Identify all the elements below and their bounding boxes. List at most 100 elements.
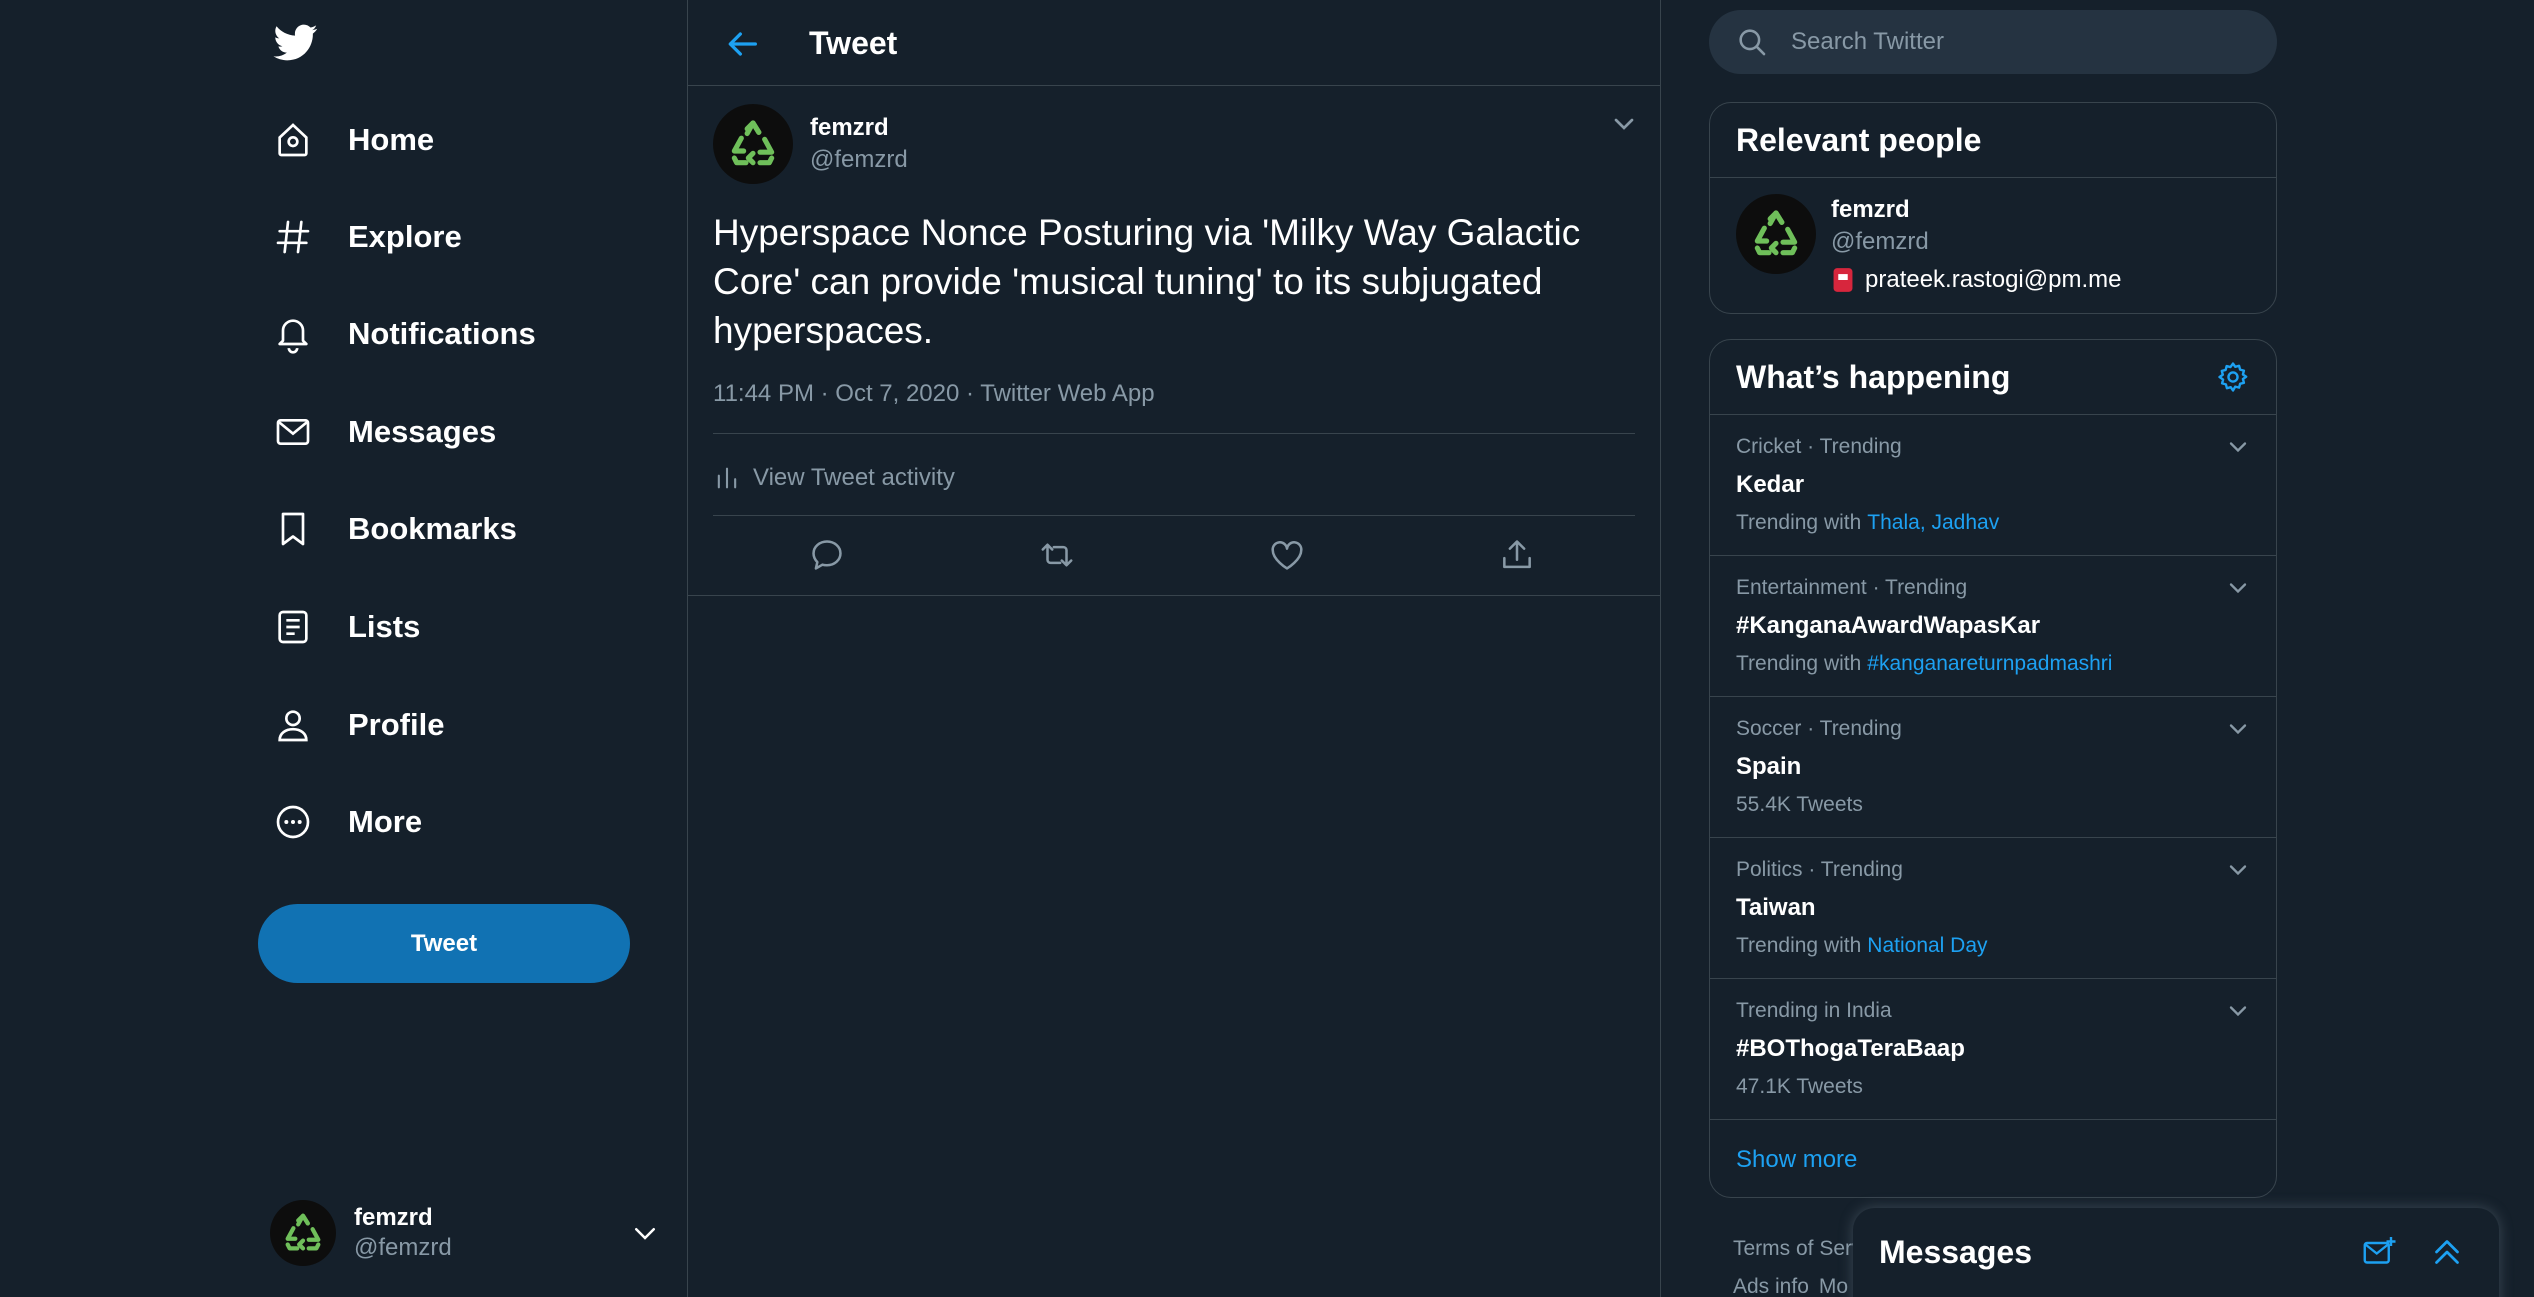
account-name: femzrd: [354, 1204, 433, 1231]
person-name[interactable]: femzrd: [1831, 196, 1910, 224]
tweet-author[interactable]: femzrd @femzrd: [713, 104, 908, 184]
share-button[interactable]: [1498, 536, 1538, 576]
nav-lists[interactable]: Lists: [272, 597, 420, 657]
relevant-people-card: Relevant people femzrd @femzrd prateek.r…: [1709, 102, 2277, 314]
trend-subtext: Trending with National Day: [1736, 934, 1988, 958]
view-tweet-activity[interactable]: View Tweet activity: [713, 462, 955, 494]
avatar: [270, 1200, 336, 1266]
list-icon: [272, 606, 314, 648]
trend-link[interactable]: Thala, Jadhav: [1867, 511, 1999, 534]
chevron-down-icon[interactable]: [1608, 108, 1640, 140]
chevron-down-icon[interactable]: [2224, 715, 2252, 743]
trend-item[interactable]: Entertainment · Trending #KanganaAwardWa…: [1710, 556, 2276, 697]
trend-context: Trending in India: [1736, 999, 1892, 1022]
nav-label: Messages: [348, 414, 497, 449]
gear-icon[interactable]: [2216, 360, 2250, 394]
tweet-timestamp[interactable]: 11:44 PM · Oct 7, 2020 · Twitter Web App: [713, 380, 1155, 408]
trend-topic: Spain: [1736, 753, 1802, 780]
divider: [713, 433, 1635, 434]
bell-icon: [272, 313, 314, 355]
trend-item[interactable]: Trending in India #BOThogaTeraBaap 47.1K…: [1710, 979, 2276, 1120]
home-icon: [272, 119, 314, 161]
postbox-icon: [1833, 268, 1853, 292]
recycle-icon: [731, 120, 775, 166]
footer-link[interactable]: Mo: [1819, 1275, 1848, 1297]
nav-bookmarks[interactable]: Bookmarks: [272, 499, 517, 559]
trend-item[interactable]: Soccer · Trending Spain 55.4K Tweets: [1710, 697, 2276, 838]
author-handle[interactable]: @femzrd: [810, 144, 908, 176]
twitter-logo-icon[interactable]: [272, 20, 322, 64]
avatar[interactable]: [1736, 194, 1816, 274]
trend-tweet-count: 55.4K Tweets: [1736, 793, 1863, 816]
reply-icon: [812, 540, 842, 570]
page-title: Tweet: [809, 25, 898, 61]
trend-topic: #BOThogaTeraBaap: [1736, 1035, 1965, 1062]
footer-link[interactable]: Ads info: [1733, 1275, 1809, 1297]
divider: [713, 515, 1635, 516]
trend-item[interactable]: Cricket · Trending Kedar Trending with Th…: [1710, 415, 2276, 556]
trend-item[interactable]: Politics · Trending Taiwan Trending with…: [1710, 838, 2276, 979]
envelope-icon: [272, 411, 314, 453]
person-icon: [272, 704, 314, 746]
nav-label: Explore: [348, 219, 462, 254]
card-header: What’s happening: [1710, 340, 2276, 415]
search-input[interactable]: [1791, 28, 2241, 56]
trend-link[interactable]: National Day: [1867, 934, 1987, 957]
nav-notifications[interactable]: Notifications: [272, 304, 536, 364]
avatar[interactable]: [713, 104, 793, 184]
more-icon: [272, 801, 314, 843]
trend-sub-prefix: Trending with: [1736, 652, 1862, 675]
footer-link[interactable]: Terms of Serv: [1733, 1237, 1863, 1260]
column-header: Tweet: [688, 0, 1660, 86]
account-handle: @femzrd: [354, 1234, 452, 1261]
recycle-icon: [285, 1213, 321, 1251]
nav-label: More: [348, 804, 423, 839]
chevron-double-up-icon[interactable]: [2429, 1234, 2465, 1270]
chevron-down-icon[interactable]: [2224, 997, 2252, 1025]
chevron-down-icon[interactable]: [2224, 574, 2252, 602]
nav-label: Bookmarks: [348, 511, 517, 546]
trend-context: Politics · Trending: [1736, 858, 1903, 881]
tweet-detail-column: Tweet femzrd @femzrd Hyperspace Nonce Po…: [688, 0, 1661, 1297]
chevron-down-icon[interactable]: [2224, 856, 2252, 884]
trend-subtext: Trending with #kanganareturnpadmashri: [1736, 652, 2112, 676]
account-switcher[interactable]: femzrd @femzrd: [270, 1196, 660, 1270]
card-header: Relevant people: [1710, 103, 2276, 178]
hashtag-icon: [272, 216, 314, 258]
card-title: Relevant people: [1736, 121, 1982, 158]
nav-label: Home: [348, 122, 435, 157]
footer-links: Terms of Serv Ads info Mo: [1733, 1230, 1873, 1297]
trend-sub-prefix: Trending with: [1736, 511, 1862, 534]
tweet-button[interactable]: Tweet: [258, 904, 630, 983]
trend-sub-prefix: Trending with: [1736, 934, 1862, 957]
nav-explore[interactable]: Explore: [272, 207, 462, 267]
reply-button[interactable]: [808, 536, 848, 576]
like-button[interactable]: [1268, 536, 1308, 576]
messages-drawer[interactable]: Messages: [1853, 1208, 2499, 1297]
card-title: What’s happening: [1736, 358, 2011, 395]
chevron-down-icon[interactable]: [2224, 433, 2252, 461]
tweet-text: Hyperspace Nonce Posturing via 'Milky Wa…: [713, 212, 1581, 351]
nav-profile[interactable]: Profile: [272, 695, 444, 755]
relevant-person[interactable]: femzrd @femzrd prateek.rastogi@pm.me: [1710, 178, 2276, 311]
nav-more[interactable]: More: [272, 792, 422, 852]
author-name[interactable]: femzrd: [810, 112, 908, 144]
show-more-link[interactable]: Show more: [1710, 1120, 2276, 1197]
search-box[interactable]: [1709, 10, 2277, 74]
trend-context: Cricket · Trending: [1736, 435, 1902, 458]
new-message-icon[interactable]: [2361, 1234, 2397, 1270]
trend-topic: #KanganaAwardWapasKar: [1736, 612, 2041, 639]
trend-tweet-count: 47.1K Tweets: [1736, 1075, 1863, 1098]
chevron-down-icon: [635, 1228, 655, 1240]
nav-messages[interactable]: Messages: [272, 402, 496, 462]
activity-label: View Tweet activity: [753, 464, 955, 491]
trend-context: Soccer · Trending: [1736, 717, 1902, 740]
retweet-button[interactable]: [1038, 536, 1078, 576]
back-arrow-icon[interactable]: [722, 24, 762, 64]
nav-home[interactable]: Home: [272, 110, 434, 170]
retweet-icon: [1041, 543, 1073, 567]
nav-label: Lists: [348, 609, 421, 644]
person-handle[interactable]: @femzrd: [1831, 228, 1929, 256]
trend-link[interactable]: #kanganareturnpadmashri: [1867, 652, 2112, 675]
share-icon: [1503, 540, 1531, 569]
